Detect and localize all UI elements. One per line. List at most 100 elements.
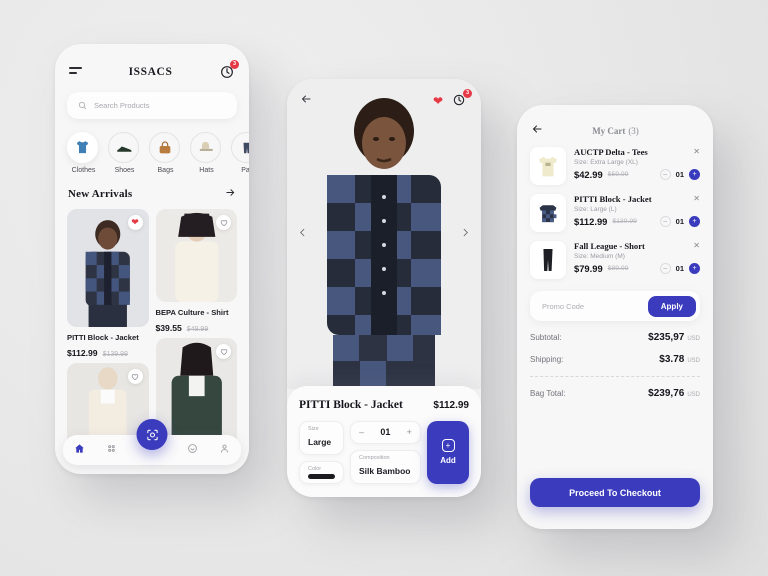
product-title: PITTI Block - Jacket (299, 398, 403, 411)
nav-item-clock[interactable] (187, 443, 198, 457)
quantity-stepper[interactable]: – 01 + (659, 215, 700, 227)
subtotal-label: Subtotal: (530, 333, 562, 342)
favorite-button[interactable] (127, 369, 143, 384)
shipping-value: $3.78 USD (659, 354, 700, 365)
nav-item-grid[interactable] (106, 443, 117, 457)
hamburger-icon[interactable] (69, 67, 82, 76)
favorite-button[interactable] (216, 344, 231, 359)
quantity-plus-button[interactable]: + (689, 262, 700, 274)
pants-icon (231, 132, 249, 163)
category-list: Clothes Shoes Bags Hats Pan (55, 119, 249, 174)
bag-total-value: $239,76 USD (648, 388, 700, 399)
quantity-minus-button[interactable]: – (659, 262, 671, 274)
next-image-button[interactable] (460, 227, 471, 241)
cart-icon[interactable]: 3 (452, 89, 472, 109)
product-grid: ❤ PITTI Block - Jacket $112.99 $139.99 B… (55, 201, 249, 448)
subtotal-row: Subtotal: $235,97 USD (530, 332, 700, 343)
cart-item[interactable]: AUCTP Delta - Tees ✕ Size: Extra Large (… (517, 138, 713, 185)
color-label: Color (308, 465, 322, 472)
category-label: Pan (241, 167, 249, 174)
favorite-button[interactable] (216, 215, 231, 230)
grid-icon (108, 445, 116, 452)
chevron-right-icon (463, 228, 468, 237)
quantity-plus-button[interactable]: + (689, 215, 700, 227)
category-item-pants[interactable]: Pan (231, 132, 249, 174)
quantity-stepper[interactable]: – 01 + (659, 168, 700, 180)
hat-icon (190, 132, 221, 163)
cart-badge: 3 (230, 60, 239, 69)
product-card[interactable] (155, 209, 237, 302)
cart-item-name: AUCTP Delta - Tees (574, 147, 648, 157)
category-label: Clothes (71, 167, 96, 174)
category-item-hats[interactable]: Hats (190, 132, 223, 174)
cart-item-thumbnail (530, 194, 566, 232)
product-card[interactable]: ❤ (67, 209, 149, 327)
remove-item-button[interactable]: ✕ (693, 241, 700, 250)
nav-item-profile[interactable] (219, 443, 230, 457)
quantity-minus-button[interactable]: – (659, 215, 671, 227)
category-item-bags[interactable]: Bags (149, 132, 182, 174)
quantity-value: 01 (675, 263, 684, 273)
composition-value: Silk Bamboo (359, 466, 411, 476)
category-item-shoes[interactable]: Shoes (108, 132, 141, 174)
proceed-to-checkout-button[interactable]: Proceed To Checkout (530, 478, 700, 507)
cart-item-thumbnail (530, 241, 566, 279)
scan-fab-button[interactable] (136, 419, 168, 450)
prev-image-button[interactable] (297, 227, 308, 241)
shipping-label: Shipping: (530, 355, 564, 364)
heart-filled-icon: ❤ (131, 217, 139, 227)
remove-item-button[interactable]: ✕ (693, 194, 700, 203)
promo-code-input[interactable]: Promo Code (542, 302, 584, 311)
cart-item-old-price: $59.99 (607, 170, 629, 178)
quantity-plus-button[interactable]: + (689, 168, 700, 180)
favorite-button[interactable]: ❤ (127, 215, 143, 230)
arrow-right-icon[interactable] (225, 187, 236, 201)
quantity-plus-button[interactable]: + (407, 427, 412, 437)
clock-icon (187, 444, 197, 453)
bag-total-row: Bag Total: $239,76 USD (530, 388, 700, 399)
category-label: Bags (157, 167, 174, 174)
totals-section: Subtotal: $235,97 USD Shipping: $3.78 USD (517, 332, 713, 365)
cart-item-price: $112.99 (574, 215, 608, 227)
arrow-left-icon (301, 95, 311, 103)
shoe-icon (108, 132, 139, 163)
subtotal-value: $235,97 USD (648, 332, 700, 343)
page-title: My Cart (3) (532, 125, 699, 137)
apply-promo-button[interactable]: Apply (647, 295, 696, 317)
remove-item-button[interactable]: ✕ (693, 147, 700, 156)
quantity-stepper[interactable]: – 01 + (659, 262, 700, 274)
subtotal-amount: $235,97 (648, 332, 685, 343)
profile-icon (221, 444, 229, 453)
bag-icon (149, 132, 180, 163)
cart-icon[interactable]: 3 (219, 60, 239, 80)
quantity-minus-button[interactable]: – (659, 168, 671, 180)
search-input[interactable]: Search Products (67, 92, 237, 119)
nav-item-home[interactable] (74, 443, 85, 457)
color-selector[interactable]: Color (299, 460, 344, 484)
quantity-value: 01 (380, 427, 391, 438)
quantity-stepper[interactable]: – 01 + (350, 420, 421, 444)
cart-count: (3) (628, 125, 639, 136)
detail-header: ❤ 3 (300, 89, 472, 110)
brand-title: ISSACS (128, 66, 173, 78)
product-price-row: $39.55 $49.99 (156, 323, 238, 333)
cart-item-price: $79.99 (574, 262, 603, 274)
subtotal-unit: USD (687, 336, 700, 342)
tshirt-icon (67, 132, 98, 163)
bag-total-unit: USD (687, 392, 700, 398)
home-header: ISSACS 3 (55, 44, 249, 80)
cart-item[interactable]: PITTI Block - Jacket ✕ Size: Large (L) $… (517, 185, 713, 232)
back-button[interactable] (300, 92, 312, 110)
promo-code-row: Promo Code Apply (530, 291, 700, 321)
quantity-minus-button[interactable]: – (359, 427, 364, 437)
product-card[interactable] (155, 338, 237, 448)
size-selector[interactable]: Size Large (299, 420, 344, 455)
scan-icon (146, 429, 158, 440)
heart-filled-icon[interactable]: ❤ (433, 95, 443, 107)
cart-item[interactable]: Fall League - Short ✕ Size: Medium (M) $… (517, 232, 713, 279)
category-item-clothes[interactable]: Clothes (67, 132, 100, 174)
divider (530, 376, 700, 377)
add-to-cart-button[interactable]: + Add (427, 420, 469, 484)
cart-item-price: $42.99 (574, 168, 603, 180)
cart-item-old-price: $139.99 (612, 217, 637, 225)
